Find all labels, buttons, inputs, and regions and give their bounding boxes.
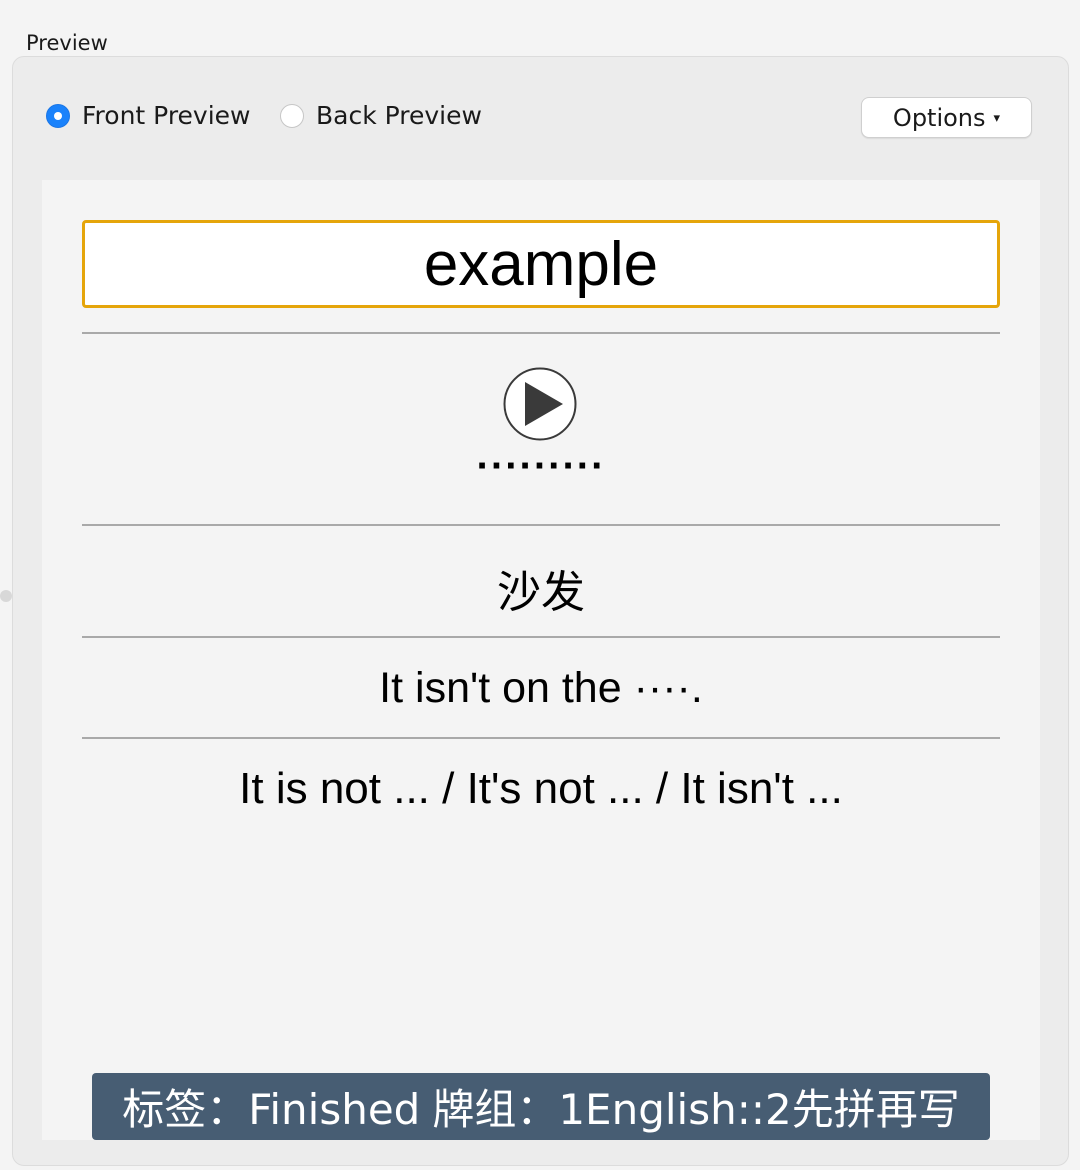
phonetic-text: ········· [476,444,606,488]
front-preview-label: Front Preview [82,101,251,130]
meaning-text: 沙发 [497,567,585,618]
play-icon[interactable] [503,367,577,441]
divider [82,737,1000,739]
tags-deck-bar: 标签：Finished 牌组：1English::2先拼再写 [92,1073,990,1140]
splitter-handle[interactable] [0,590,12,602]
grammar-note: It is not ... / It's not ... / It isn't … [239,764,843,813]
options-button[interactable]: Options ▾ [861,97,1032,138]
front-preview-radio[interactable]: Front Preview [46,101,251,130]
deck-label: 牌组：1English::2先拼再写 [432,1085,960,1134]
chevron-down-icon: ▾ [993,111,1001,126]
divider [82,332,1000,334]
radio-unselected-indicator[interactable] [280,103,304,128]
divider [82,636,1000,638]
radio-selected-indicator[interactable] [46,103,70,128]
word-field: example [82,220,1000,308]
example-sentence: It isn't on the ····. [379,664,703,712]
section-title: Preview [26,31,108,55]
tags-label: 标签：Finished [122,1085,421,1134]
options-button-label: Options [892,103,986,132]
back-preview-label: Back Preview [316,101,482,130]
back-preview-radio[interactable]: Back Preview [280,101,482,130]
divider [82,524,1000,526]
card-preview: example ········· 沙发 It isn't on the ···… [42,180,1040,1140]
